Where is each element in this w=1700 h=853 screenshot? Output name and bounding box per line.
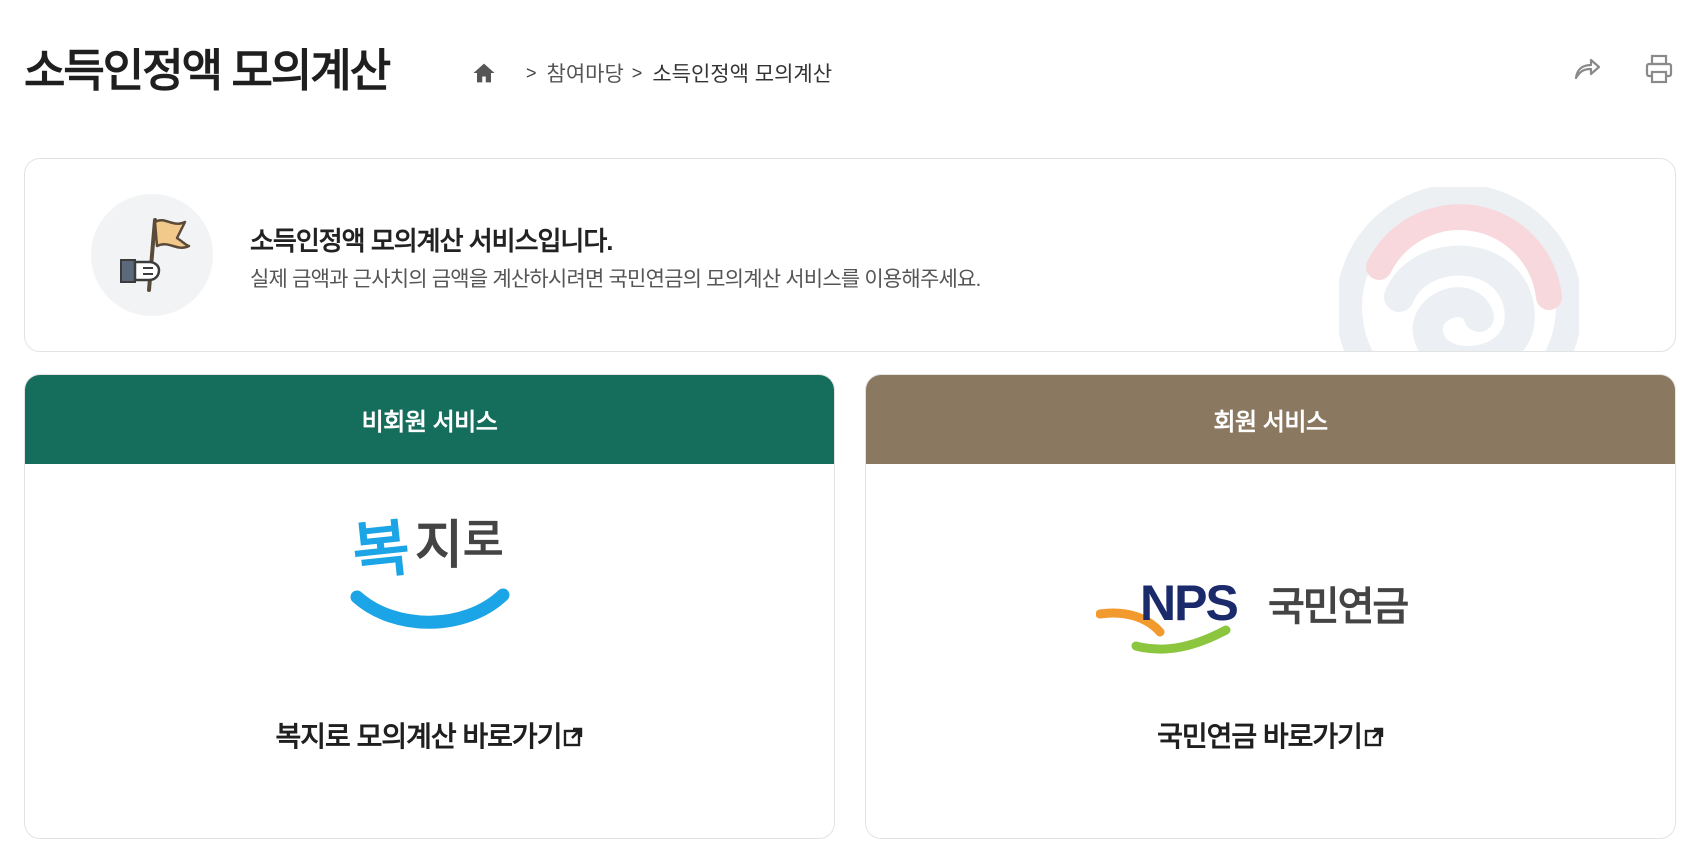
bokjiro-link-label: 복지로 모의계산 바로가기 (275, 721, 563, 752)
bokjiro-link[interactable]: 복지로 모의계산 바로가기 (25, 715, 834, 755)
chevron-right-icon: > (631, 62, 643, 83)
home-icon[interactable] (470, 59, 498, 87)
print-icon[interactable] (1642, 52, 1676, 86)
page-header: 소득인정액 모의계산 > 참여마당 > 소득인정액 모의계산 (24, 30, 1676, 100)
breadcrumb: > 참여마당 > 소득인정액 모의계산 (470, 58, 832, 88)
svg-text:NPS: NPS (1140, 575, 1237, 631)
breadcrumb-item-participation[interactable]: 참여마당 (547, 58, 624, 88)
page-title: 소득인정액 모의계산 (24, 45, 391, 96)
external-link-icon (563, 722, 583, 747)
svg-text:지: 지 (415, 516, 463, 576)
intro-heading: 소득인정액 모의계산 서비스입니다. (250, 226, 613, 256)
non-member-service-header: 비회원 서비스 (25, 375, 834, 464)
breadcrumb-item-current[interactable]: 소득인정액 모의계산 (652, 58, 832, 88)
svg-text:복: 복 (348, 511, 412, 590)
nps-link[interactable]: 국민연금 바로가기 (866, 715, 1675, 755)
bokjiro-logo[interactable]: 복 지 로 (345, 493, 515, 633)
external-link-icon (1364, 722, 1384, 747)
taegeuk-emblem-icon (1336, 184, 1582, 351)
svg-text:국민연금: 국민연금 (1268, 584, 1408, 630)
non-member-service-card: 비회원 서비스 복 지 로 복지로 모의계산 바로가기 (24, 374, 835, 839)
flag-hand-icon (91, 194, 213, 316)
share-icon[interactable] (1570, 52, 1604, 86)
nps-link-label: 국민연금 바로가기 (1157, 721, 1363, 752)
nps-logo[interactable]: NPS 국민연금 (1095, 570, 1446, 660)
header-actions (1570, 52, 1676, 86)
svg-text:로: 로 (463, 515, 503, 566)
member-service-header: 회원 서비스 (866, 375, 1675, 464)
intro-box: 소득인정액 모의계산 서비스입니다. 실제 금액과 근사치의 금액을 계산하시려… (24, 158, 1676, 352)
chevron-right-icon: > (526, 62, 537, 83)
member-service-card: 회원 서비스 NPS 국민연금 국민연금 바로가기 (865, 374, 1676, 839)
intro-description: 실제 금액과 근사치의 금액을 계산하시려면 국민연금의 모의계산 서비스를 이… (250, 268, 981, 291)
